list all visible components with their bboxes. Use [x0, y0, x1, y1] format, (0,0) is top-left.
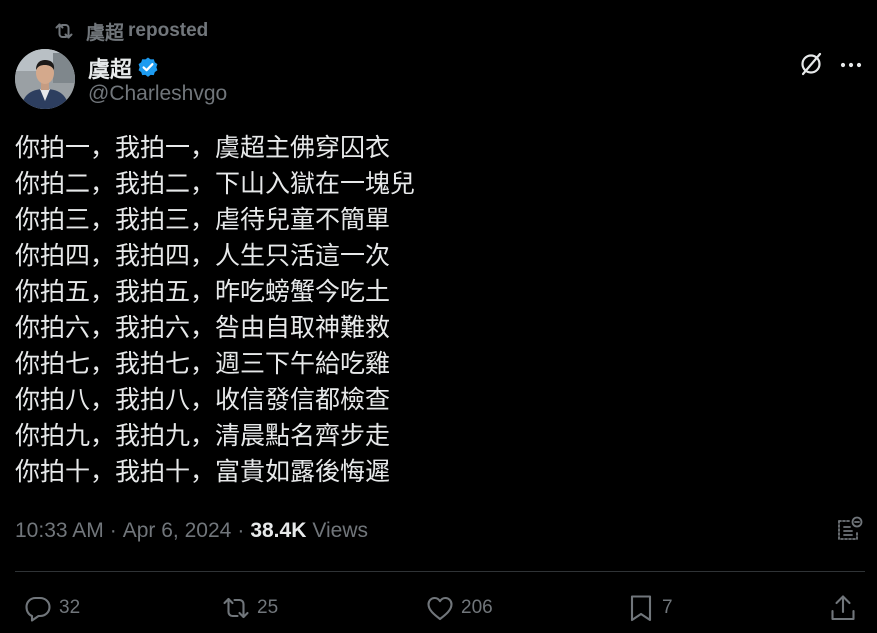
post-line: 你拍八，我拍八，收信發信都檢查	[15, 385, 391, 414]
repost-banner[interactable]: 虞超 reposted	[52, 18, 209, 45]
author-handle[interactable]: @Charleshvgo	[88, 82, 227, 106]
reply-button[interactable]: 32	[23, 591, 80, 625]
post-line: 你拍二，我拍二，下山入獄在一塊兒	[15, 169, 416, 198]
post-line: 你拍九，我拍九，清晨點名齊步走	[15, 421, 391, 450]
meta-separator: ·	[109, 519, 117, 542]
post-line: 你拍一，我拍一，虞超主佛穿囚衣	[15, 133, 391, 162]
repost-label: reposted	[128, 20, 209, 41]
views-count: 38.4K	[250, 519, 307, 542]
verified-badge-icon	[138, 57, 158, 77]
avatar[interactable]	[15, 49, 75, 109]
repost-count: 25	[257, 597, 279, 618]
like-count: 206	[461, 597, 493, 618]
more-options-icon[interactable]	[838, 52, 864, 78]
post-line: 你拍五，我拍五，昨吃螃蟹今吃土	[15, 277, 391, 306]
repost-icon	[223, 597, 249, 619]
author-name-row[interactable]: 虞超	[88, 52, 160, 84]
meta-separator: ·	[237, 519, 245, 542]
author-name[interactable]: 虞超	[88, 52, 132, 84]
reposter-name[interactable]: 虞超	[86, 18, 124, 45]
bookmark-count: 7	[662, 597, 673, 618]
bookmark-button[interactable]: 7	[626, 591, 673, 625]
post-line: 你拍三，我拍三，虐待兒童不簡單	[15, 205, 391, 234]
reply-count: 32	[59, 597, 81, 618]
post-date[interactable]: Apr 6, 2024	[123, 519, 232, 543]
post-line: 你拍十，我拍十，富貴如露後悔遲	[15, 457, 391, 486]
share-button[interactable]	[828, 591, 858, 625]
bookmark-icon	[630, 595, 652, 622]
analytics-icon[interactable]	[836, 515, 864, 543]
reply-icon	[25, 596, 51, 622]
repost-icon	[55, 23, 73, 39]
post-line: 你拍四，我拍四，人生只活這一次	[15, 241, 391, 270]
post-line: 你拍七，我拍七，週三下午給吃雞	[15, 349, 391, 378]
heart-icon	[427, 596, 453, 621]
avatar-photo	[15, 49, 75, 109]
views-label: Views	[312, 519, 369, 542]
divider	[15, 571, 865, 572]
post-meta: 10:33 AM · Apr 6, 2024 · 38.4K Views	[15, 517, 368, 545]
post-text: 你拍一，我拍一，虞超主佛穿囚衣 你拍二，我拍二，下山入獄在一塊兒 你拍三，我拍三…	[15, 130, 855, 490]
grok-icon[interactable]	[797, 50, 825, 78]
repost-button[interactable]: 25	[221, 591, 278, 625]
post-line: 你拍六，我拍六，咎由自取神難救	[15, 313, 391, 342]
share-icon	[831, 595, 855, 621]
like-button[interactable]: 206	[425, 591, 493, 625]
post-time[interactable]: 10:33 AM	[15, 519, 104, 543]
